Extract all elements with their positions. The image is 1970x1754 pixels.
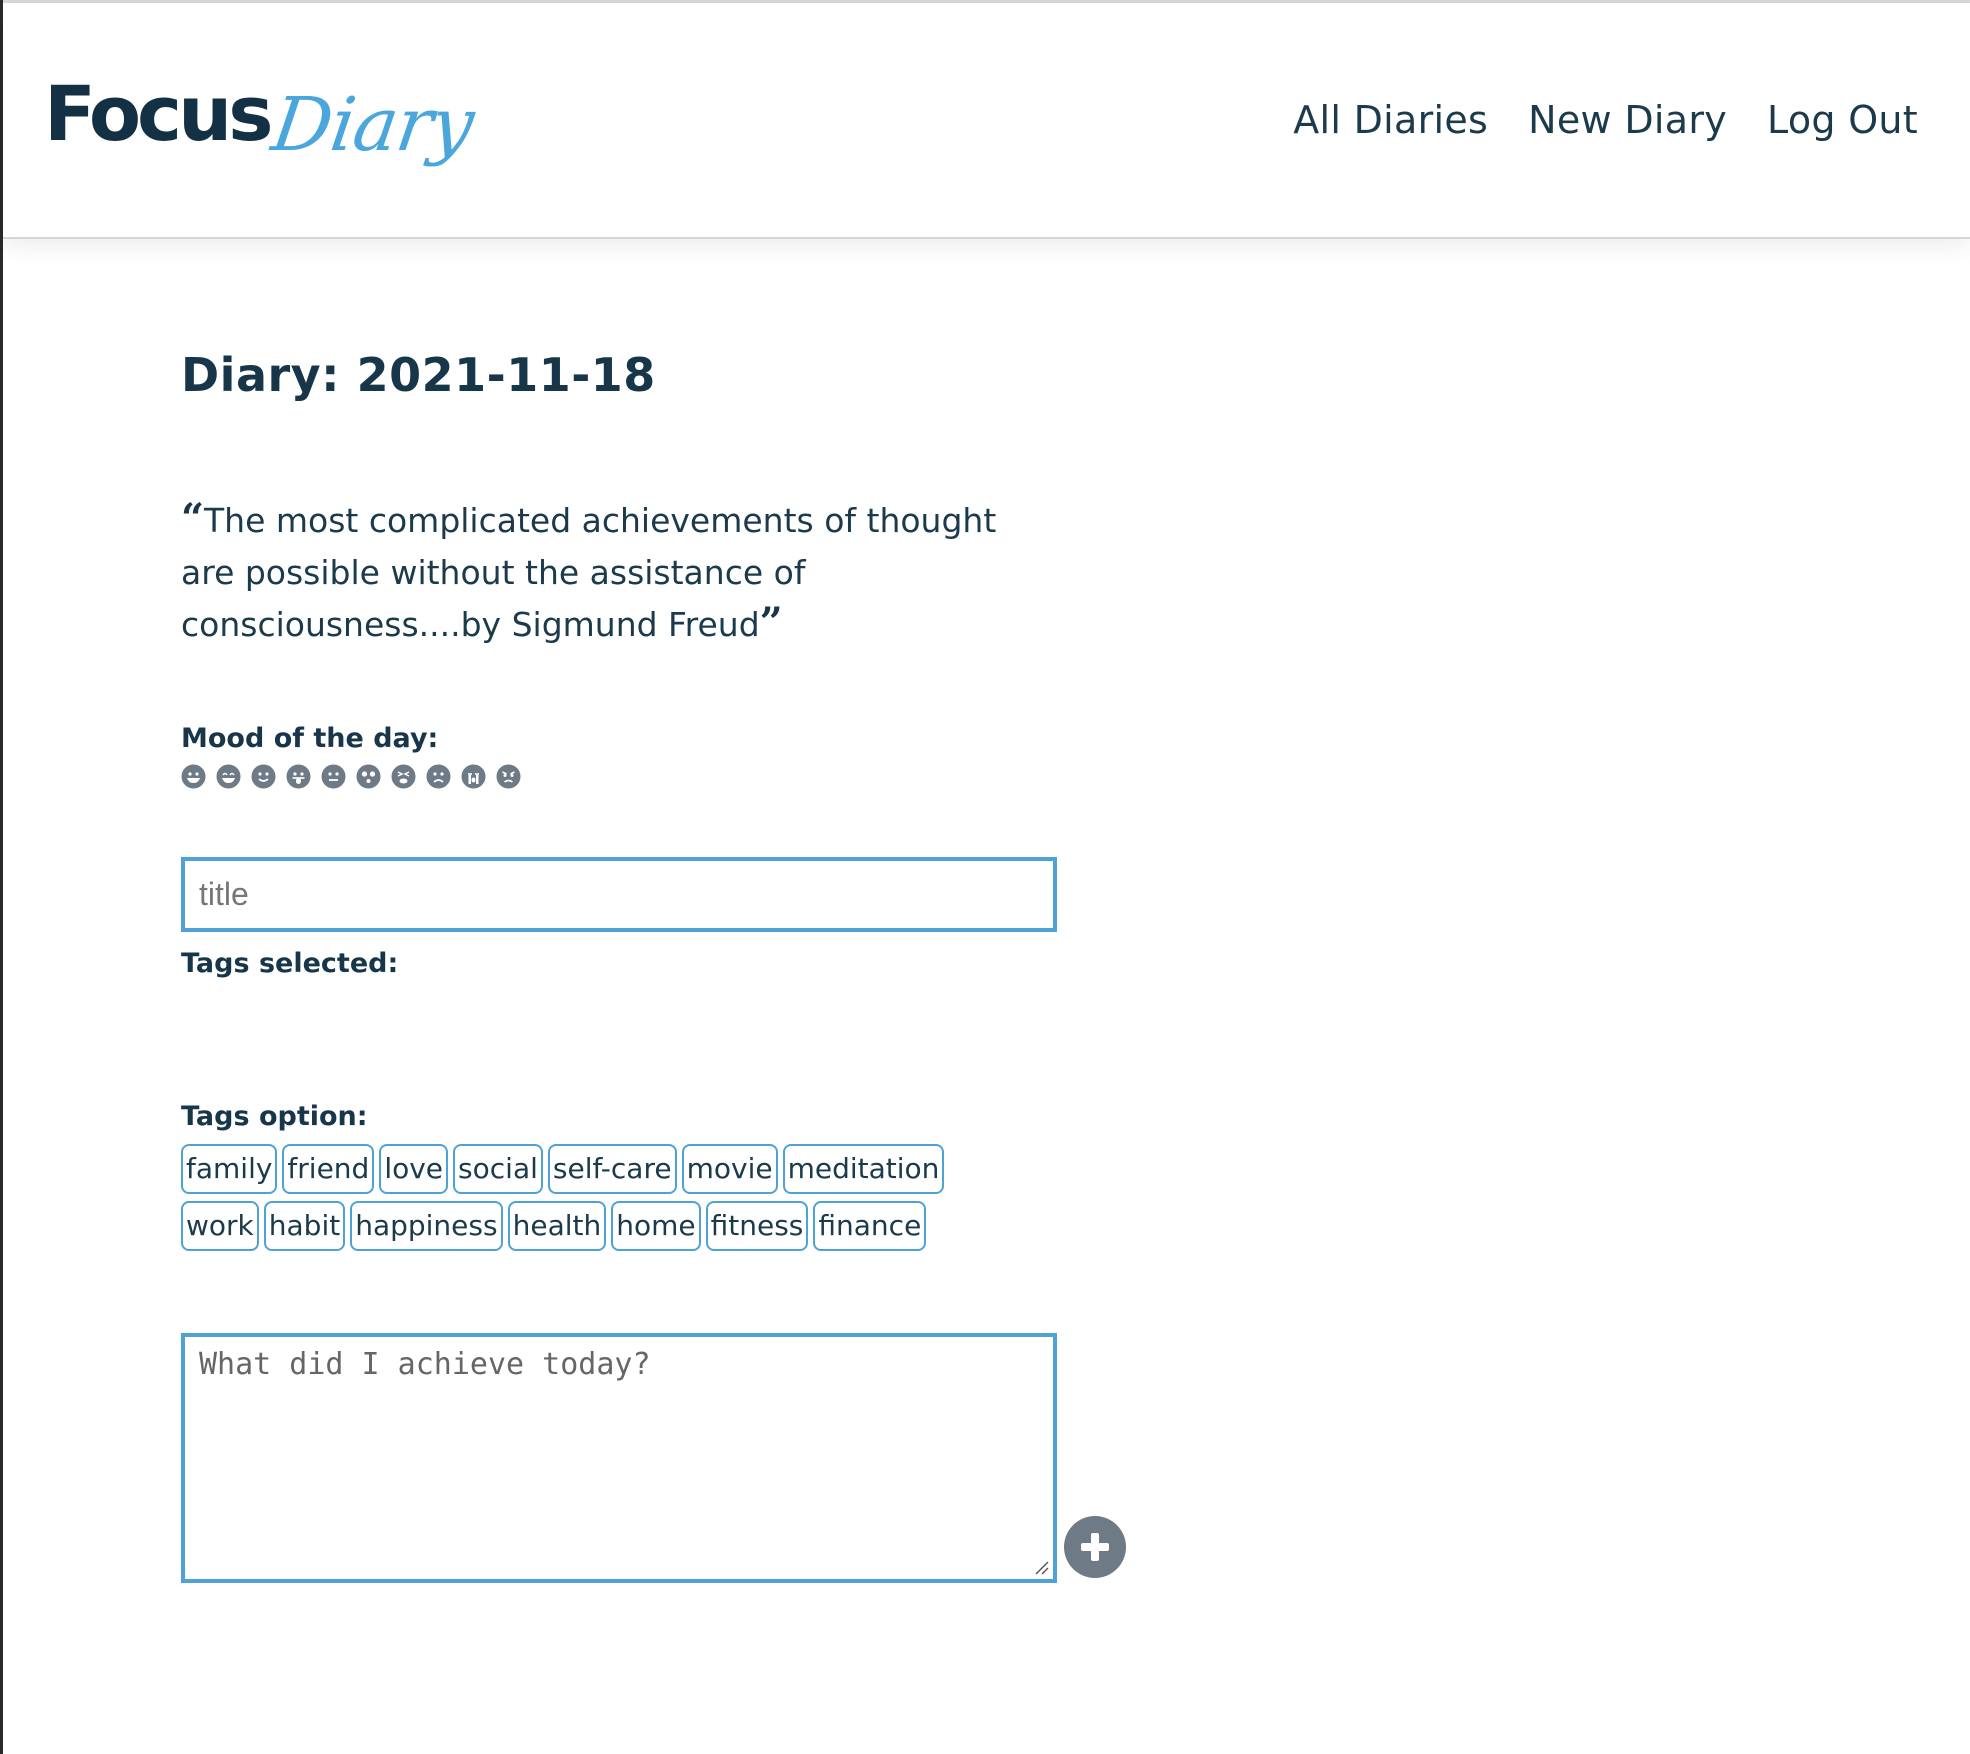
mood-label: Mood of the day:	[181, 722, 439, 754]
tag-option-work[interactable]: work	[181, 1200, 259, 1251]
achievement-textarea[interactable]	[181, 1332, 1057, 1583]
resize-handle-icon[interactable]	[1033, 1559, 1049, 1575]
angry-icon[interactable]	[496, 764, 521, 789]
tag-option-social[interactable]: social	[453, 1143, 543, 1194]
plus-circle-icon	[1081, 1532, 1109, 1561]
logo-wordmark-focus: Focus	[44, 69, 273, 158]
quote-close-icon: ”	[759, 598, 783, 646]
nav-log-out-link[interactable]: Log Out	[1767, 98, 1918, 142]
frown-icon[interactable]	[426, 764, 451, 789]
mood-selector	[181, 764, 1081, 789]
logo-wordmark-diary: Diary	[267, 82, 479, 168]
page-title: Diary: 2021-11-18	[181, 348, 656, 402]
tag-option-finance[interactable]: finance	[813, 1200, 927, 1251]
meh-icon[interactable]	[321, 764, 346, 789]
tags-selected-label: Tags selected:	[181, 947, 399, 979]
diary-form: Diary: 2021-11-18 “The most complicated …	[181, 348, 1126, 1583]
tag-option-movie[interactable]: movie	[681, 1143, 778, 1194]
tags-option-list: family friend love social self-care movie medi…	[181, 1143, 1021, 1251]
nav-all-diaries-link[interactable]: All Diaries	[1293, 98, 1488, 142]
grin-tongue-icon[interactable]	[286, 764, 311, 789]
logo[interactable]: Focus Diary	[44, 69, 479, 169]
smile-icon[interactable]	[251, 764, 276, 789]
sad-cry-icon[interactable]	[461, 764, 486, 789]
quote-open-icon: “	[181, 494, 205, 542]
surprise-icon[interactable]	[356, 764, 381, 789]
quote-text: The most complicated achievements of tho…	[181, 500, 997, 644]
daily-quote: “The most complicated achievements of th…	[181, 495, 1051, 651]
window-left-edge	[0, 0, 3, 1754]
tag-option-family[interactable]: family	[181, 1143, 278, 1194]
tag-option-habit[interactable]: habit	[263, 1200, 346, 1251]
tired-icon[interactable]	[391, 764, 416, 789]
tag-option-fitness[interactable]: fitness	[705, 1200, 809, 1251]
tags-option-label: Tags option:	[181, 1100, 368, 1132]
grin-beam-icon[interactable]	[216, 764, 241, 789]
nav-new-diary-link[interactable]: New Diary	[1528, 98, 1727, 142]
tag-option-happiness[interactable]: happiness	[350, 1200, 503, 1251]
tag-option-love[interactable]: love	[379, 1143, 449, 1194]
site-header: Focus Diary All Diaries New Diary Log Ou…	[3, 3, 1970, 239]
tag-option-health[interactable]: health	[507, 1200, 607, 1251]
page: Focus Diary All Diaries New Diary Log Ou…	[0, 0, 1970, 1754]
tag-option-meditation[interactable]: meditation	[782, 1143, 945, 1194]
tag-option-friend[interactable]: friend	[282, 1143, 375, 1194]
title-input[interactable]	[181, 856, 1057, 932]
add-entry-button[interactable]	[1064, 1515, 1126, 1578]
achievement-field-wrap	[181, 1332, 1126, 1583]
tag-option-home[interactable]: home	[611, 1200, 701, 1251]
tag-option-self-care[interactable]: self-care	[547, 1143, 677, 1194]
main-nav: All Diaries New Diary Log Out	[1293, 98, 1918, 142]
tags-selected-area	[181, 979, 1081, 1091]
grin-icon[interactable]	[181, 764, 206, 789]
